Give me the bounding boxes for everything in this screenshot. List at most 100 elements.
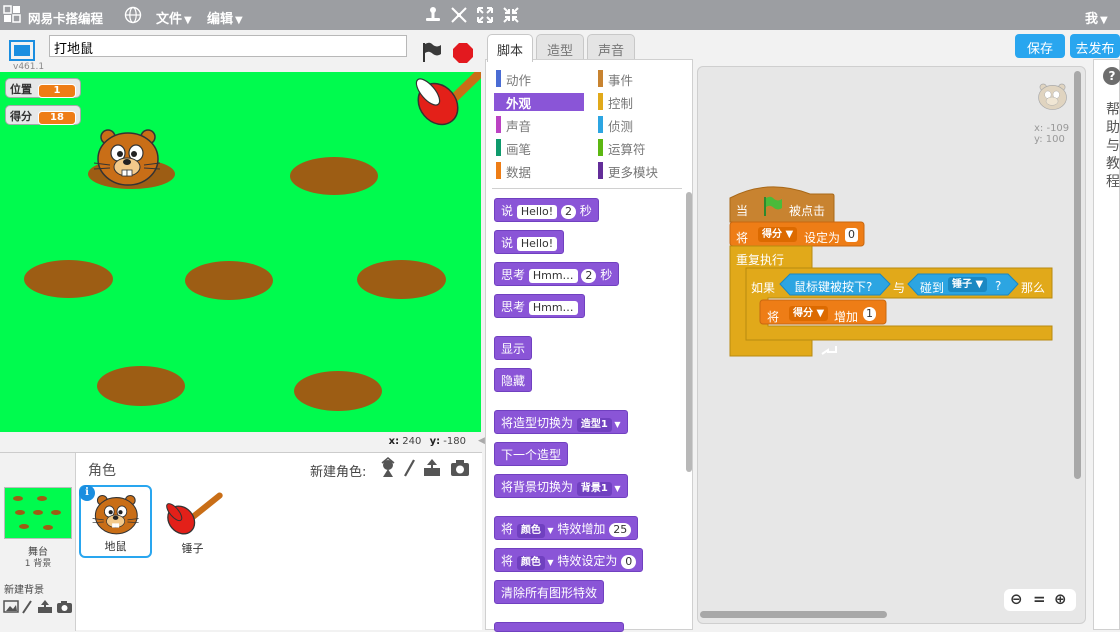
block-switch-backdrop[interactable]: 将背景切换为 背景1 ▼ xyxy=(494,474,628,498)
block-dropdown[interactable]: 颜色 xyxy=(516,556,545,570)
choose-sprite-icon[interactable] xyxy=(381,457,395,477)
category-events[interactable]: 事件 xyxy=(596,70,686,88)
help-text[interactable]: 帮助与教程 xyxy=(1106,101,1120,191)
tab-label: 脚本 xyxy=(496,44,523,59)
paint-sprite-icon[interactable] xyxy=(404,459,415,477)
variable-dropdown[interactable]: 得分 ▼ xyxy=(789,306,829,321)
paint-backdrop-icon[interactable] xyxy=(3,600,19,613)
mole-sprite[interactable] xyxy=(86,127,172,189)
value-input[interactable]: 0 xyxy=(845,228,858,242)
block-clear-effects[interactable]: 清除所有图形特效 xyxy=(494,580,605,604)
help-question-icon[interactable]: ? xyxy=(1103,67,1120,85)
upload-sprite-icon[interactable] xyxy=(424,459,440,476)
block-input[interactable]: 25 xyxy=(609,523,632,537)
and-text: 与 xyxy=(893,281,906,295)
block-dropdown[interactable]: 造型1 xyxy=(576,418,612,432)
block-input[interactable]: 2 xyxy=(560,205,576,219)
block-next-costume[interactable]: 下一个造型 xyxy=(494,442,569,466)
category-color xyxy=(496,93,501,110)
shrink-icon[interactable] xyxy=(501,5,521,25)
palette-scrollbar[interactable] xyxy=(686,192,692,472)
new-sprite-label: 新建角色: xyxy=(310,465,367,480)
block-text: 将 xyxy=(501,554,514,568)
upload-backdrop-icon[interactable] xyxy=(38,600,52,613)
block-text: 特效增加 xyxy=(557,522,606,536)
hole xyxy=(185,261,273,300)
hole xyxy=(51,510,61,515)
camera-backdrop-icon[interactable] xyxy=(57,601,72,613)
category-operators[interactable]: 运算符 xyxy=(596,139,686,157)
block-dropdown[interactable]: 颜色 xyxy=(516,524,545,538)
zoom-reset-icon[interactable]: = xyxy=(1033,590,1046,608)
camera-sprite-icon[interactable] xyxy=(451,460,469,476)
block-partial[interactable] xyxy=(494,622,624,632)
hammer-thumbnail xyxy=(166,492,223,535)
block-input[interactable]: Hmm… xyxy=(528,301,578,315)
category-sound[interactable]: 声音 xyxy=(494,116,584,134)
script-vertical-scrollbar[interactable] xyxy=(1074,71,1081,479)
category-color xyxy=(598,162,603,179)
script-horizontal-scrollbar[interactable] xyxy=(700,611,887,618)
zoom-out-icon[interactable]: ⊖ xyxy=(1010,590,1023,608)
stage-selector[interactable]: 舞台 1 背景 新建背景 xyxy=(0,453,76,631)
menu-edit[interactable]: 编辑 ▼ xyxy=(207,8,243,27)
tab-costumes[interactable]: 造型 xyxy=(536,34,584,61)
green-flag-icon[interactable] xyxy=(421,41,443,63)
stop-icon[interactable] xyxy=(452,42,474,64)
category-pen[interactable]: 画笔 xyxy=(494,139,584,157)
hole xyxy=(15,510,25,515)
project-title-input[interactable]: 打地鼠 xyxy=(49,35,407,57)
category-control[interactable]: 控制 xyxy=(596,93,686,111)
block-say[interactable]: 说 Hello! xyxy=(494,230,565,254)
block-think-for-secs[interactable]: 思考 Hmm… 2 秒 xyxy=(494,262,620,286)
category-motion[interactable]: 动作 xyxy=(494,70,584,88)
cut-scissors-icon[interactable] xyxy=(449,5,469,25)
category-looks[interactable]: 外观 xyxy=(494,93,584,111)
hammer-sprite[interactable] xyxy=(410,72,481,128)
block-input[interactable]: 0 xyxy=(621,555,637,569)
logo-icon[interactable] xyxy=(3,5,21,24)
globe-icon[interactable] xyxy=(124,6,142,24)
touch-target-dropdown[interactable]: 锤子 ▼ xyxy=(948,277,988,292)
block-change-effect[interactable]: 将 颜色 ▼ 特效增加 25 xyxy=(494,516,639,540)
zoom-in-icon[interactable]: ⊕ xyxy=(1054,590,1067,608)
sprite-card-hammer[interactable]: 锤子 xyxy=(156,485,229,558)
stage-thumbnail[interactable] xyxy=(4,487,72,539)
block-think[interactable]: 思考 Hmm… xyxy=(494,294,585,318)
block-input[interactable]: 2 xyxy=(581,269,597,283)
sprite-card-mole[interactable]: i 地鼠 xyxy=(79,485,152,558)
draw-backdrop-icon[interactable] xyxy=(22,600,32,614)
block-switch-costume[interactable]: 将造型切换为 造型1 ▼ xyxy=(494,410,628,434)
block-hide[interactable]: 隐藏 xyxy=(494,368,533,392)
sprites-header: 角色 xyxy=(88,463,116,479)
block-text: 特效设定为 xyxy=(557,554,618,568)
publish-button[interactable]: 去发布 xyxy=(1070,34,1120,58)
brand-name[interactable]: 网易卡搭编程 xyxy=(28,8,103,27)
block-show[interactable]: 显示 xyxy=(494,336,533,360)
hole xyxy=(24,260,113,298)
tab-sounds[interactable]: 声音 xyxy=(587,34,635,61)
block-say-for-secs[interactable]: 说 Hello! 2 秒 xyxy=(494,198,599,222)
block-input[interactable]: Hello! xyxy=(516,237,558,251)
block-input[interactable]: Hello! xyxy=(516,205,558,219)
block-text: 将 xyxy=(501,522,514,536)
variable-dropdown[interactable]: 得分 ▼ xyxy=(758,227,798,242)
category-label: 侦测 xyxy=(608,119,634,134)
block-set-effect[interactable]: 将 颜色 ▼ 特效设定为 0 xyxy=(494,548,644,572)
duplicate-stamp-icon[interactable] xyxy=(423,5,443,25)
category-data[interactable]: 数据 xyxy=(494,162,584,180)
category-sensing[interactable]: 侦测 xyxy=(596,116,686,134)
presentation-mode-icon[interactable] xyxy=(9,40,35,61)
block-text: 说 xyxy=(501,236,514,250)
save-button[interactable]: 保存 xyxy=(1015,34,1065,58)
grow-icon[interactable] xyxy=(475,5,495,25)
hat-when-flag-text-2: 被点击 xyxy=(789,204,826,218)
block-input[interactable]: Hmm… xyxy=(528,269,578,283)
value-input[interactable]: 1 xyxy=(863,307,876,321)
user-menu[interactable]: 我 ▼ xyxy=(1085,8,1108,27)
block-dropdown[interactable]: 背景1 xyxy=(576,482,612,496)
menu-file[interactable]: 文件 ▼ xyxy=(156,8,192,27)
tab-scripts[interactable]: 脚本 xyxy=(487,34,533,62)
category-more-blocks[interactable]: 更多模块 xyxy=(596,162,686,180)
stage-canvas[interactable]: 位置 1 得分 18 xyxy=(0,72,481,432)
